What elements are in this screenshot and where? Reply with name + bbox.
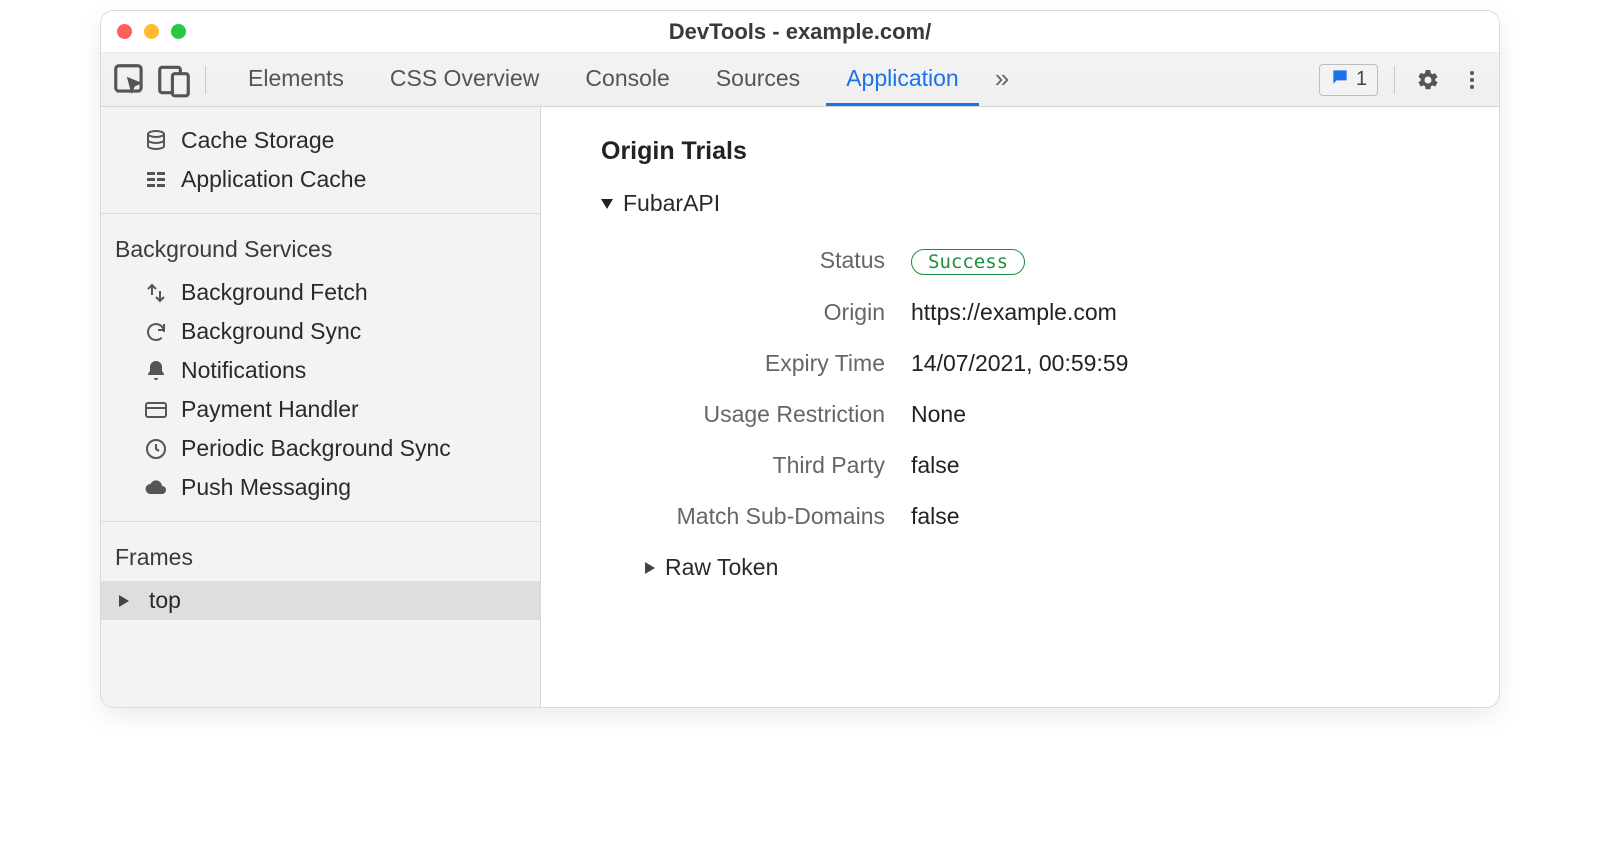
sidebar-item-label: Background Sync <box>181 318 361 345</box>
minimize-window-button[interactable] <box>144 24 159 39</box>
toolbar-separator-2 <box>1394 66 1395 94</box>
device-toggle-icon[interactable] <box>155 61 193 99</box>
sidebar-item-frame-top[interactable]: top <box>101 581 540 620</box>
main-toolbar: Elements CSS Overview Console Sources Ap… <box>101 53 1499 107</box>
row-subdomains: Match Sub-Domains false <box>631 491 1469 542</box>
origin-trial-entry[interactable]: FubarAPI <box>601 190 1469 217</box>
row-third-party: Third Party false <box>631 440 1469 491</box>
expand-triangle-icon <box>119 595 129 607</box>
label-usage: Usage Restriction <box>631 401 911 428</box>
sidebar-group-cache: Cache Storage Application Cache <box>101 107 540 214</box>
sidebar-item-label: Push Messaging <box>181 474 351 501</box>
value-expiry: 14/07/2021, 00:59:59 <box>911 350 1128 377</box>
toolbar-separator <box>205 66 206 94</box>
panel-body: Cache Storage Application Cache Backgrou… <box>101 107 1499 707</box>
settings-button[interactable] <box>1411 63 1445 97</box>
sidebar-item-label: Periodic Background Sync <box>181 435 451 462</box>
issues-badge[interactable]: 1 <box>1319 64 1378 96</box>
value-origin: https://example.com <box>911 299 1117 326</box>
sidebar-item-label: Notifications <box>181 357 306 384</box>
grid-icon <box>143 167 169 193</box>
origin-trial-details: Status Success Origin https://example.co… <box>631 235 1469 542</box>
sidebar-item-periodic-background-sync[interactable]: Periodic Background Sync <box>101 429 540 468</box>
label-third-party: Third Party <box>631 452 911 479</box>
value-status: Success <box>911 247 1025 275</box>
bell-icon <box>143 358 169 384</box>
toolbar-right: 1 <box>1319 63 1489 97</box>
sidebar-item-background-sync[interactable]: Background Sync <box>101 312 540 351</box>
tab-console[interactable]: Console <box>565 53 689 106</box>
tab-css-overview[interactable]: CSS Overview <box>370 53 560 106</box>
label-origin: Origin <box>631 299 911 326</box>
raw-token-toggle[interactable]: Raw Token <box>645 554 1469 581</box>
sidebar-item-payment-handler[interactable]: Payment Handler <box>101 390 540 429</box>
sidebar-item-label: Application Cache <box>181 166 366 193</box>
sidebar-item-label: Payment Handler <box>181 396 359 423</box>
label-expiry: Expiry Time <box>631 350 911 377</box>
label-subdomains: Match Sub-Domains <box>631 503 911 530</box>
row-status: Status Success <box>631 235 1469 287</box>
credit-card-icon <box>143 397 169 423</box>
clock-icon <box>143 436 169 462</box>
application-sidebar: Cache Storage Application Cache Backgrou… <box>101 107 541 707</box>
chat-icon <box>1330 67 1350 93</box>
inspect-element-icon[interactable] <box>111 61 149 99</box>
tab-sources[interactable]: Sources <box>696 53 820 106</box>
raw-token-label: Raw Token <box>665 554 778 581</box>
origin-trials-heading: Origin Trials <box>601 137 1469 166</box>
collapse-triangle-icon <box>601 199 613 209</box>
row-expiry: Expiry Time 14/07/2021, 00:59:59 <box>631 338 1469 389</box>
sidebar-item-cache-storage[interactable]: Cache Storage <box>101 121 540 160</box>
sidebar-heading-frames: Frames <box>101 530 540 581</box>
origin-trial-name: FubarAPI <box>623 190 720 217</box>
transfer-icon <box>143 280 169 306</box>
sidebar-item-label: Background Fetch <box>181 279 368 306</box>
sidebar-item-label: Cache Storage <box>181 127 334 154</box>
sidebar-item-push-messaging[interactable]: Push Messaging <box>101 468 540 507</box>
cloud-icon <box>143 475 169 501</box>
expand-triangle-icon <box>645 562 655 574</box>
value-subdomains: false <box>911 503 960 530</box>
label-status: Status <box>631 247 911 275</box>
sidebar-heading-background-services: Background Services <box>101 222 540 273</box>
sync-icon <box>143 319 169 345</box>
row-usage-restriction: Usage Restriction None <box>631 389 1469 440</box>
sidebar-item-background-fetch[interactable]: Background Fetch <box>101 273 540 312</box>
close-window-button[interactable] <box>117 24 132 39</box>
database-icon <box>143 128 169 154</box>
issues-count: 1 <box>1356 68 1367 91</box>
status-badge-success: Success <box>911 249 1025 275</box>
value-third-party: false <box>911 452 960 479</box>
tab-more[interactable]: » <box>985 53 1019 106</box>
panel-tabs: Elements CSS Overview Console Sources Ap… <box>228 53 1019 106</box>
sidebar-item-label: top <box>149 587 181 614</box>
window-title: DevTools - example.com/ <box>101 19 1499 45</box>
more-menu-button[interactable] <box>1455 63 1489 97</box>
sidebar-group-frames: Frames top <box>101 522 540 634</box>
value-usage: None <box>911 401 966 428</box>
sidebar-item-application-cache[interactable]: Application Cache <box>101 160 540 199</box>
titlebar: DevTools - example.com/ <box>101 11 1499 53</box>
sidebar-group-background-services: Background Services Background Fetch Bac… <box>101 214 540 522</box>
tab-application[interactable]: Application <box>826 53 979 106</box>
tab-elements[interactable]: Elements <box>228 53 364 106</box>
devtools-window: DevTools - example.com/ Elements CSS Ove… <box>100 10 1500 708</box>
maximize-window-button[interactable] <box>171 24 186 39</box>
sidebar-item-notifications[interactable]: Notifications <box>101 351 540 390</box>
row-origin: Origin https://example.com <box>631 287 1469 338</box>
origin-trials-panel: Origin Trials FubarAPI Status Success Or… <box>541 107 1499 707</box>
window-controls <box>101 24 186 39</box>
